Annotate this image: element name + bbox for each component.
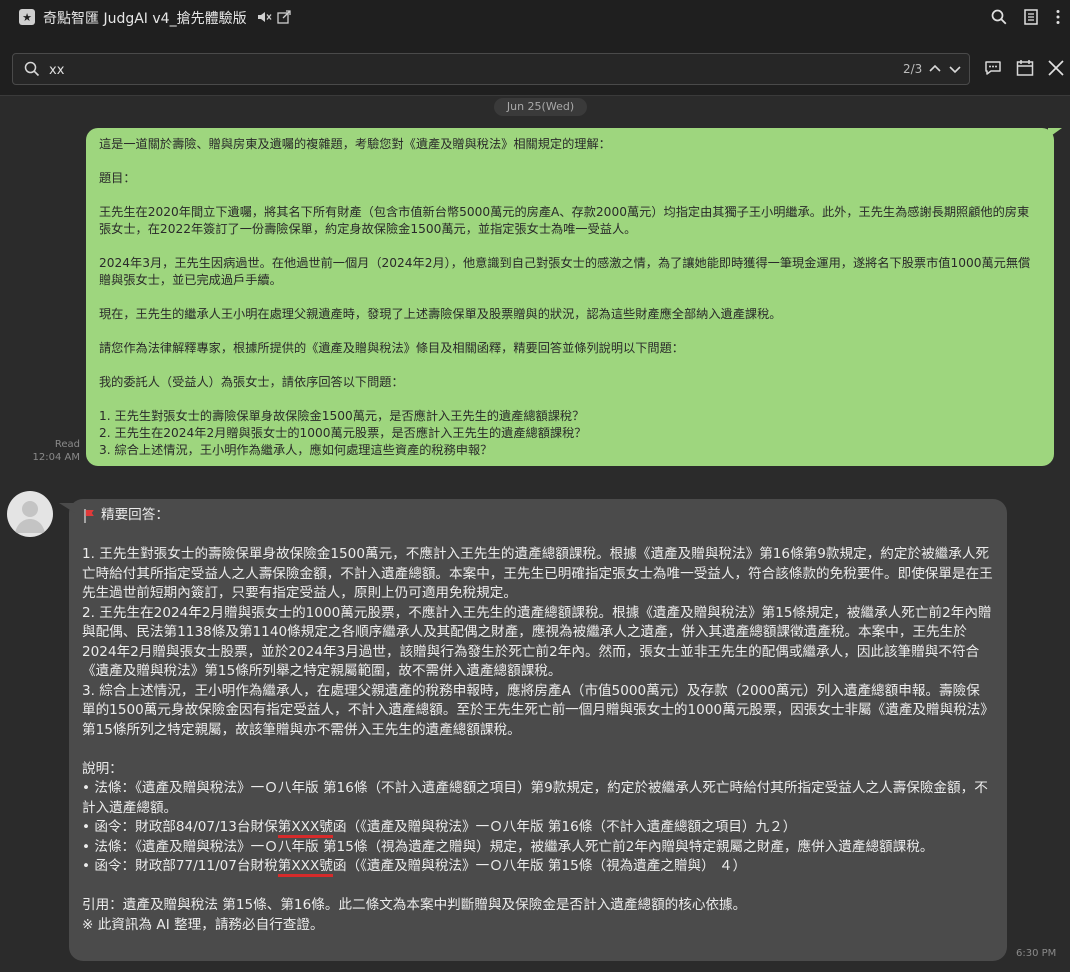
incoming-message-bubble[interactable]: 精要回答： 1. 王先生對張女士的壽險保單身故保險金1500萬元，不應計入王先生… [59, 499, 1007, 961]
bullet-text: • 函令：財政部84/07/13台財保 [82, 819, 278, 835]
avatar-icon [15, 501, 45, 533]
outgoing-paragraph: 這是一道關於壽險、贈與房東及遺囑的複雜題，考驗您對《遺產及贈與稅法》相關規定的理… [99, 137, 611, 151]
outgoing-question-list: 1. 王先生對張女士的壽險保單身故保險金1500萬元，是否應計入王先生的遺產總額… [99, 409, 587, 457]
red-flag-icon [84, 508, 94, 523]
outgoing-message-bubble[interactable]: 這是一道關於壽險、贈與房東及遺囑的複雜題，考驗您對《遺產及贈與稅法》相關規定的理… [86, 128, 1062, 466]
notes-icon[interactable] [1022, 8, 1040, 26]
bullet-text: 函（《遺產及贈與稅法》一Ｏ八年版 第15條（視為遺產之贈與） ４） [332, 858, 747, 874]
incoming-time: 6:30 PM [1016, 948, 1057, 959]
title-bar: ★ 奇點智匯 JudgAI v4_搶先體驗版 [0, 0, 1070, 36]
bubble-tail [59, 503, 75, 513]
chat-bubble-icon[interactable] [983, 58, 1003, 78]
explain-bullet: • 法條：《遺產及贈與稅法》一Ｏ八年版 第16條（不計入遺產總額之項目）第9款規… [82, 780, 988, 816]
outgoing-paragraph: 現在，王先生的繼承人王小明在處理父親遺產時，發現了上述壽險保單及股票贈與的狀況，… [99, 307, 782, 321]
avatar[interactable] [7, 491, 53, 537]
search-input[interactable] [49, 59, 649, 81]
outgoing-paragraph: 王先生在2020年間立下遺囑，將其名下所有財產（包含市值新台幣5000萬元的房產… [99, 205, 1030, 236]
popout-icon[interactable] [275, 8, 293, 26]
explain-bullet: • 函令：財政部77/11/07台財稅第XXX號函（《遺產及贈與稅法》一Ｏ八年版… [82, 857, 993, 877]
answer-heading-text: 精要回答： [101, 507, 169, 523]
close-icon[interactable] [1046, 58, 1066, 78]
outgoing-paragraph: 題目： [99, 171, 136, 185]
outgoing-paragraph: 2024年3月，王先生因病過世。在他過世前一個月（2024年2月），他意識到自己… [99, 256, 1031, 287]
read-receipt: Read 12:04 AM [28, 438, 80, 464]
disclaimer: ※ 此資訊為 AI 整理，請務必自行查證。 [82, 916, 324, 933]
more-icon[interactable] [1049, 8, 1067, 26]
explain-title: 說明： [82, 760, 123, 777]
answer-list: 1. 王先生對張女士的壽險保單身故保險金1500萬元，不應計入王先生的遺產總額課… [82, 546, 993, 738]
search-box: 2/3 [12, 53, 970, 85]
app-badge-icon: ★ [19, 9, 35, 25]
redacted-number: 第XXX號 [277, 819, 333, 838]
outgoing-paragraph: 我的委託人（受益人）為張女士，請依序回答以下問題： [99, 375, 404, 389]
search-icon[interactable] [990, 8, 1008, 26]
bubble-tail [1048, 128, 1062, 138]
explain-bullet: • 函令：財政部84/07/13台財保第XXX號函（《遺產及贈與稅法》一Ｏ八年版… [82, 818, 993, 838]
citation: 引用：遺產及贈與稅法 第15條、第16條。此二條文為本案中判斷贈與及保險金是否計… [82, 897, 747, 913]
outgoing-time: 12:04 AM [32, 452, 80, 463]
search-bar-area: 2/3 [0, 36, 1070, 96]
chevron-down-icon[interactable] [947, 61, 963, 77]
mute-icon[interactable] [255, 8, 273, 26]
chat-title: 奇點智匯 JudgAI v4_搶先體驗版 [43, 11, 247, 27]
bullet-text: 函（《遺產及贈與稅法》一Ｏ八年版 第16條（不計入遺產總額之項目）九２） [332, 819, 797, 835]
bullet-text: • 函令：財政部77/11/07台財稅 [82, 858, 278, 874]
calendar-icon[interactable] [1015, 58, 1035, 78]
search-result-counter: 2/3 [903, 62, 923, 76]
explain-bullet: • 法條：《遺產及贈與稅法》一Ｏ八年版 第15條（視為遺產之贈與）規定，被繼承人… [82, 838, 934, 855]
answer-heading: 精要回答： [82, 506, 993, 526]
chevron-up-icon[interactable] [927, 61, 943, 77]
redacted-number: 第XXX號 [277, 858, 333, 877]
read-label: Read [54, 439, 80, 450]
outgoing-paragraph: 請您作為法律解釋專家，根據所提供的《遺產及贈與稅法》條目及相關函釋，精要回答並條… [99, 341, 684, 355]
search-icon [24, 61, 40, 77]
date-divider: Jun 25(Wed) [494, 98, 587, 116]
